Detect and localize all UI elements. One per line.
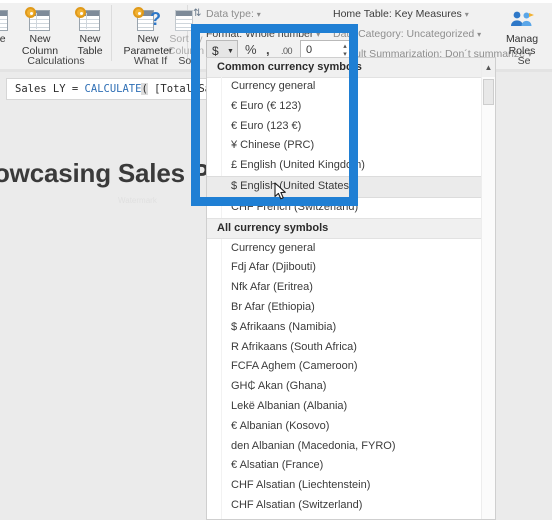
dropdown-header-common: Common currency symbols (207, 58, 495, 78)
currency-format-dropdown: Common currency symbols Currency general… (206, 57, 496, 520)
dropdown-item[interactable]: € Alsatian (France) (207, 456, 482, 476)
ribbon-group-calculations: ure New Column New Table Calculations (0, 3, 112, 69)
new-column-line1: New (29, 33, 51, 45)
dropdown-item[interactable]: CHF French (Switzerland) (207, 198, 482, 218)
dropdown-header-all: All currency symbols (207, 217, 482, 239)
scrollbar-thumb[interactable] (483, 79, 494, 105)
percent-format-button[interactable]: % (245, 42, 257, 57)
dropdown-list[interactable]: Currency general € Euro (€ 123) € Euro (12… (207, 77, 482, 519)
new-table-button[interactable]: New Table (64, 5, 116, 57)
ribbon-group-divider (111, 5, 112, 61)
group-label-security: Se (517, 55, 531, 67)
dropdown-item[interactable]: CHF Alsatian (Switzerland) (207, 496, 482, 516)
dropdown-item[interactable]: Lekë Albanian (Albania) (207, 397, 482, 417)
chevron-down-icon[interactable]: ▾ (316, 30, 320, 39)
dropdown-item[interactable]: GH₵ Akan (Ghana) (207, 377, 482, 397)
decimal-places-button[interactable]: .00 (281, 46, 293, 56)
format-dropdown[interactable]: Format: Whole number ▾ (206, 28, 320, 40)
people-icon (511, 11, 534, 26)
sort-by-column-button[interactable]: ⇅ Sort by Column (160, 5, 212, 57)
formula-text: Sales LY = CALCULATE( [Total Sales], (15, 83, 215, 95)
ribbon-group-security: Manag Roles Se (496, 3, 552, 69)
new-column-button[interactable]: New Column (14, 5, 66, 57)
manage-roles-button[interactable]: Manag Roles (496, 5, 548, 57)
chevron-down-icon[interactable]: ▾ (477, 30, 481, 39)
dropdown-item[interactable]: Fdj Afar (Djibouti) (207, 258, 482, 278)
dropdown-item[interactable]: Currency general (207, 77, 482, 97)
dropdown-scrollbar[interactable]: ▲ (481, 58, 495, 519)
chevron-down-icon[interactable]: ▾ (465, 10, 469, 19)
formula-bar[interactable]: Sales LY = CALCULATE( [Total Sales], (6, 78, 216, 100)
watermark-text: Watermark (118, 196, 157, 205)
page-title: owcasing Sales P (0, 158, 210, 188)
dropdown-item[interactable]: CHF Alsatian (Liechtenstein) (207, 476, 482, 496)
sort-by-column-line1: Sort by (169, 33, 203, 45)
thousands-separator-button[interactable]: , (266, 42, 270, 57)
currency-symbol-label: $ (212, 44, 219, 58)
dropdown-item[interactable]: £ English (United Kingdom) (207, 156, 482, 176)
dropdown-item[interactable]: $ English (United States) (207, 175, 482, 198)
dropdown-item[interactable]: Nfk Afar (Eritrea) (207, 278, 482, 298)
dropdown-item[interactable]: $ Afrikaans (Namibia) (207, 318, 482, 338)
dropdown-item[interactable]: € Albanian (Kosovo) (207, 417, 482, 437)
new-parameter-icon: ? (133, 7, 163, 33)
dropdown-item[interactable]: ብር Amharic (Ethiopia) (207, 516, 482, 520)
dropdown-item[interactable]: FCFA Aghem (Cameroon) (207, 357, 482, 377)
formula-prefix: Sales LY = (15, 83, 85, 95)
new-column-icon (25, 7, 55, 33)
home-table-dropdown[interactable]: Home Table: Key Measures ▾ (333, 8, 469, 20)
formula-function: CALCULATE (84, 83, 142, 95)
dropdown-item[interactable]: Currency general (207, 239, 482, 259)
chevron-down-icon[interactable]: ▼ (227, 48, 234, 55)
sort-by-column-icon: ⇅ (171, 7, 201, 33)
decimal-places-value: 0 (306, 44, 313, 56)
manage-roles-icon (507, 7, 537, 33)
mouse-cursor (274, 182, 286, 200)
dropdown-item[interactable]: € Euro (123 €) (207, 117, 482, 137)
dropdown-item[interactable]: € Euro (€ 123) (207, 97, 482, 117)
new-measure-icon (0, 7, 13, 33)
dropdown-item[interactable]: den Albanian (Macedonia, FYRO) (207, 437, 482, 457)
manage-roles-line1: Manag (505, 33, 539, 45)
data-type-label: Data type: ▾ (206, 8, 261, 20)
new-table-icon (75, 7, 105, 33)
chevron-down-icon[interactable]: ▾ (257, 10, 261, 19)
new-table-line1: New (79, 33, 101, 45)
dropdown-item[interactable]: ¥ Chinese (PRC) (207, 136, 482, 156)
dropdown-item[interactable]: Br Afar (Ethiopia) (207, 298, 482, 318)
scroll-up-icon[interactable]: ▲ (482, 58, 495, 77)
group-label-calculations: Calculations (27, 55, 85, 67)
data-category-dropdown[interactable]: Data Category: Uncategorized ▾ (333, 28, 481, 40)
dropdown-item[interactable]: R Afrikaans (South Africa) (207, 338, 482, 358)
